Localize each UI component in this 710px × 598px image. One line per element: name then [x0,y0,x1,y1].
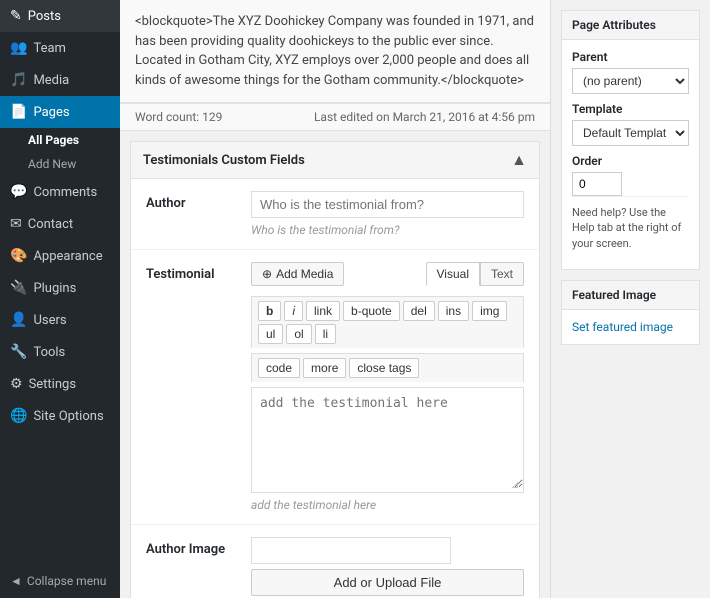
page-attributes-header: Page Attributes [562,11,699,40]
visual-text-tabs: Visual Text [426,262,524,286]
sidebar-item-appearance[interactable]: 🎨 Appearance [0,240,120,272]
featured-image-content: Set featured image [562,310,699,344]
code-button[interactable]: code [258,358,300,378]
page-attributes-content: Parent (no parent) Template Default Temp… [562,40,699,269]
author-image-row: Author Image Add or Upload File Upload a… [131,525,539,598]
author-field-content: Who is the testimonial from? [251,191,524,237]
sidebar: ✎ Posts 👥 Team 🎵 Media 📄 Pages All Pages… [0,0,120,598]
center-panel: <blockquote>The XYZ Doohickey Company wa… [120,0,550,598]
right-sidebar: Page Attributes Parent (no parent) Templ… [550,0,710,598]
sidebar-item-media[interactable]: 🎵 Media [0,64,120,96]
add-media-button[interactable]: ⊕ Add Media [251,262,344,286]
template-label: Template [572,102,689,116]
author-field-row: Author Who is the testimonial from? [131,179,539,250]
testimonial-field-row: Testimonial ⊕ Add Media Visual Text [131,250,539,525]
editor-toolbar-row2: code more close tags [251,353,524,382]
testimonial-label: Testimonial [146,262,236,282]
li-button[interactable]: li [315,324,336,344]
panel-header: Testimonials Custom Fields ▲ [131,142,539,179]
img-button[interactable]: img [472,301,507,321]
sidebar-item-pages[interactable]: 📄 Pages [0,96,120,128]
team-icon: 👥 [10,40,27,56]
sidebar-item-tools[interactable]: 🔧 Tools [0,336,120,368]
word-count-bar: Word count: 129 Last edited on March 21,… [120,103,550,131]
sidebar-item-plugins[interactable]: 🔌 Plugins [0,272,120,304]
resize-handle[interactable]: ⊿ [511,480,521,490]
featured-image-header: Featured Image [562,281,699,310]
testimonial-top-toolbar: ⊕ Add Media Visual Text [251,262,524,286]
link-button[interactable]: link [306,301,340,321]
panel-toggle-button[interactable]: ▲ [511,150,527,170]
ol-button[interactable]: ol [286,324,311,344]
settings-icon: ⚙ [10,376,23,392]
blockquote-text: <blockquote>The XYZ Doohickey Company wa… [135,14,534,88]
divider [572,196,689,197]
bquote-button[interactable]: b-quote [343,301,400,321]
order-label: Order [572,154,689,168]
media-icon: 🎵 [10,72,27,88]
sidebar-item-users[interactable]: 👤 Users [0,304,120,336]
contact-icon: ✉ [10,216,22,232]
users-icon: 👤 [10,312,27,328]
comments-icon: 💬 [10,184,27,200]
editor-toolbar: b i link b-quote del ins img ul ol li [251,296,524,348]
upload-file-button[interactable]: Add or Upload File [251,569,524,596]
testimonial-editor-area[interactable]: ⊿ [251,387,524,493]
ul-button[interactable]: ul [258,324,283,344]
blockquote-block: <blockquote>The XYZ Doohickey Company wa… [120,0,550,103]
page-attributes-panel: Page Attributes Parent (no parent) Templ… [561,10,700,270]
appearance-icon: 🎨 [10,248,27,264]
add-media-icon: ⊕ [262,267,272,281]
sidebar-item-settings[interactable]: ⚙ Settings [0,368,120,400]
parent-label: Parent [572,50,689,64]
featured-image-panel: Featured Image Set featured image [561,280,700,345]
author-hint: Who is the testimonial from? [251,223,524,237]
close-tags-button[interactable]: close tags [349,358,419,378]
author-image-content: Add or Upload File Upload an image or en… [251,537,524,598]
testimonial-field-content: ⊕ Add Media Visual Text b i link b-quote [251,262,524,512]
posts-icon: ✎ [10,8,22,24]
author-image-label: Author Image [146,537,236,557]
bold-button[interactable]: b [258,301,281,321]
more-button[interactable]: more [303,358,346,378]
author-label: Author [146,191,236,211]
parent-select[interactable]: (no parent) [572,68,689,94]
author-image-input[interactable] [251,537,451,564]
sidebar-item-posts[interactable]: ✎ Posts [0,0,120,32]
panel-title: Testimonials Custom Fields [143,153,305,168]
custom-fields-panel: Testimonials Custom Fields ▲ Author Who … [130,141,540,598]
collapse-icon: ◄ [10,574,22,588]
author-input[interactable] [251,191,524,218]
sidebar-item-contact[interactable]: ✉ Contact [0,208,120,240]
sidebar-item-comments[interactable]: 💬 Comments [0,176,120,208]
visual-tab[interactable]: Visual [426,262,480,286]
main-content: <blockquote>The XYZ Doohickey Company wa… [120,0,710,598]
collapse-menu[interactable]: ◄ Collapse menu [0,564,120,598]
word-count: Word count: 129 [135,110,222,124]
set-featured-image-link[interactable]: Set featured image [572,320,673,334]
tools-icon: 🔧 [10,344,27,360]
help-text: Need help? Use the Help tab at the right… [572,205,689,251]
italic-button[interactable]: i [284,301,303,321]
sidebar-subitem-all-pages[interactable]: All Pages [0,128,120,152]
site-options-icon: 🌐 [10,408,27,424]
template-select[interactable]: Default Template [572,120,689,146]
text-tab[interactable]: Text [480,262,524,286]
ins-button[interactable]: ins [438,301,469,321]
testimonial-hint: add the testimonial here [251,498,524,512]
sidebar-item-site-options[interactable]: 🌐 Site Options [0,400,120,432]
pages-icon: 📄 [10,104,27,120]
plugins-icon: 🔌 [10,280,27,296]
del-button[interactable]: del [403,301,435,321]
sidebar-item-team[interactable]: 👥 Team [0,32,120,64]
testimonial-textarea[interactable] [252,388,523,488]
last-edited: Last edited on March 21, 2016 at 4:56 pm [314,110,535,124]
order-input[interactable] [572,172,622,196]
sidebar-subitem-add-new[interactable]: Add New [0,152,120,176]
